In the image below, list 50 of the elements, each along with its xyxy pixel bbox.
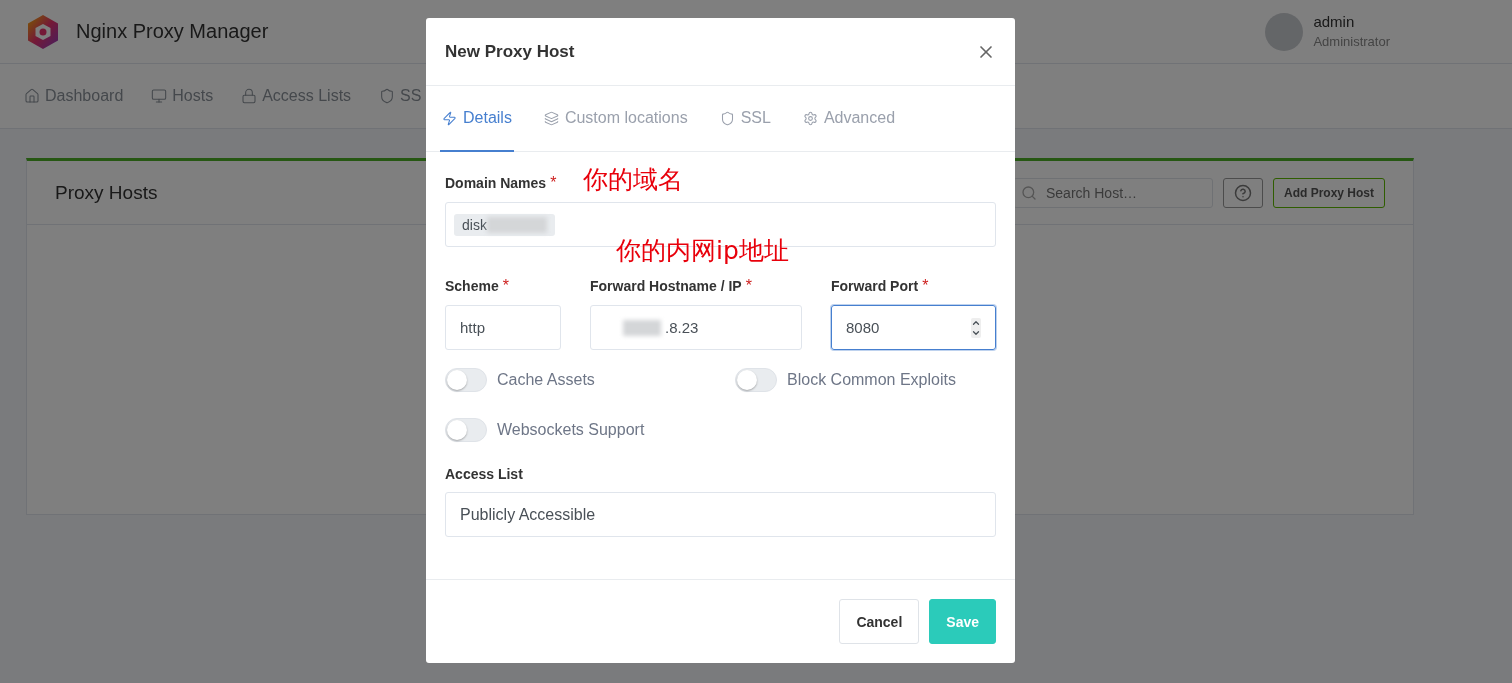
required-mark: *: [922, 277, 929, 294]
domain-tag[interactable]: disk: [454, 213, 555, 236]
add-proxy-host-button[interactable]: Add Proxy Host: [1273, 177, 1385, 208]
modal-title: New Proxy Host: [445, 41, 575, 62]
nav-link[interactable]: Dashboard: [24, 87, 124, 105]
user-name: admin: [1313, 11, 1356, 32]
input-field[interactable]: http: [445, 305, 561, 350]
field-label: Domain Names: [445, 175, 547, 191]
field-label: Scheme: [445, 278, 499, 294]
toggle-switch[interactable]: [445, 368, 487, 392]
shield-icon: [379, 88, 396, 104]
field-label: Forward Hostname / IP: [590, 278, 742, 294]
switch-label[interactable]: Cache Assets: [445, 368, 735, 392]
search-icon: [1021, 184, 1037, 201]
switch-label[interactable]: Websockets Support: [445, 418, 735, 442]
spinner-icon[interactable]: [971, 317, 981, 338]
layers-icon: [543, 110, 559, 126]
tab[interactable]: SSL: [717, 86, 773, 152]
field-label: Forward Port: [831, 278, 919, 294]
field-label: Access List: [445, 466, 524, 482]
app-title: Nginx Proxy Manager: [76, 20, 269, 43]
nav-link[interactable]: SS: [379, 87, 422, 105]
required-mark: *: [550, 174, 557, 191]
required-mark: *: [745, 277, 752, 294]
tab[interactable]: Custom locations: [541, 86, 690, 152]
user-avatar[interactable]: [1265, 12, 1304, 51]
input-field[interactable]: .8.23: [590, 305, 802, 350]
gear-icon: [802, 110, 818, 126]
nav-link[interactable]: Access Lists: [241, 87, 352, 105]
help-icon: [1234, 183, 1252, 202]
toggle-switch[interactable]: [445, 418, 487, 442]
annotation-text: 你的域名: [583, 164, 683, 196]
user-role: Administrator: [1313, 32, 1390, 51]
help-button[interactable]: [1223, 177, 1263, 208]
home-icon: [24, 88, 40, 104]
lock-icon: [241, 88, 258, 104]
required-mark: *: [502, 277, 509, 294]
toggle-switch[interactable]: [735, 368, 777, 392]
logo-icon: [26, 13, 60, 50]
tab[interactable]: Details: [440, 86, 514, 152]
cancel-button[interactable]: Cancel: [839, 599, 920, 644]
input-field[interactable]: 8080: [831, 305, 996, 350]
shield-icon: [719, 110, 735, 126]
card-title: Proxy Hosts: [55, 181, 158, 204]
tab[interactable]: Advanced: [800, 86, 898, 152]
switch-label[interactable]: Block Common Exploits: [735, 368, 996, 392]
access-list-select[interactable]: Publicly Accessible: [445, 492, 996, 537]
search-field[interactable]: Search Host…: [1013, 177, 1213, 208]
monitor-icon: [151, 88, 168, 104]
lightning-icon: [442, 110, 457, 126]
